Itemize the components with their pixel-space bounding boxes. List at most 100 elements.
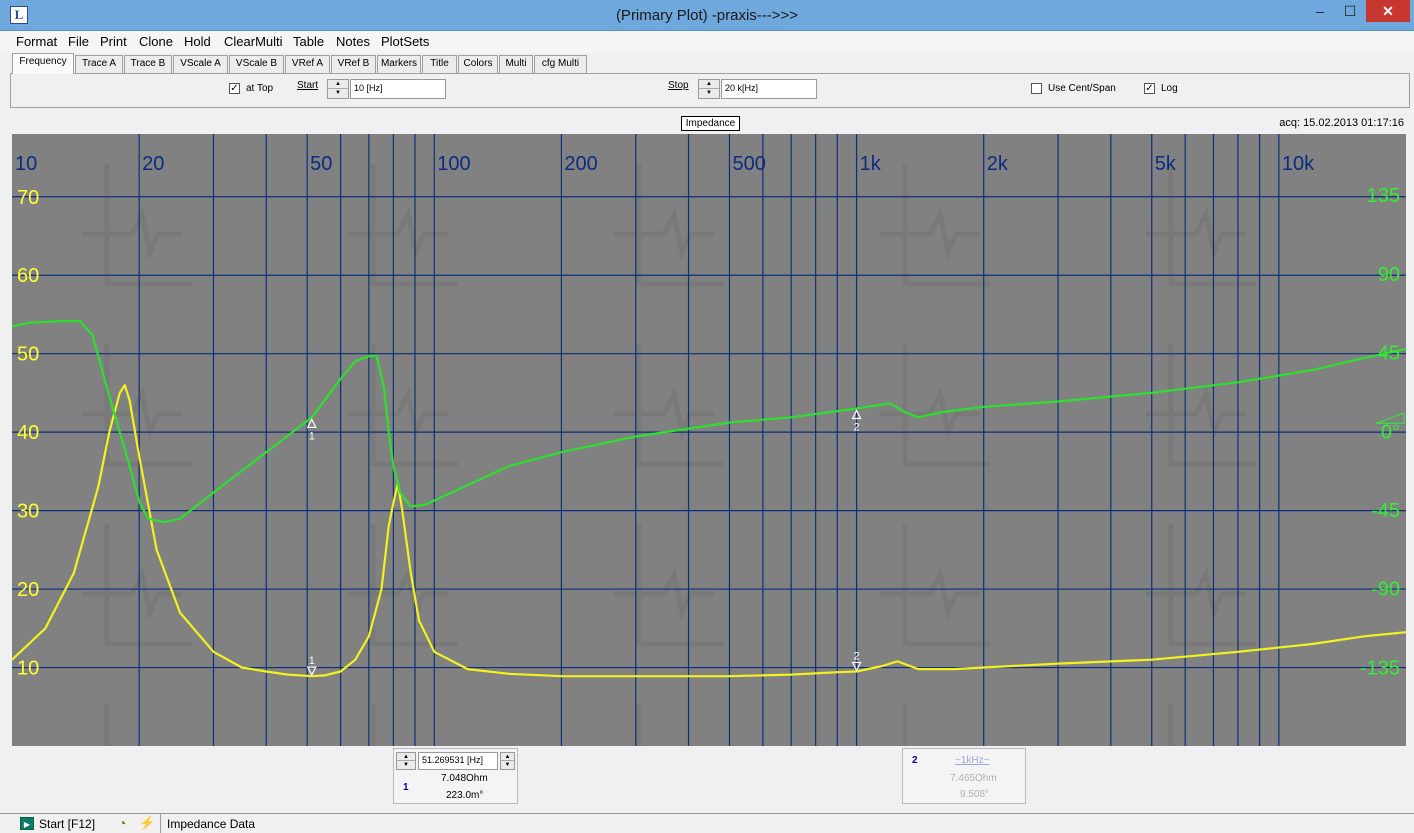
log-label: Log [1161,83,1178,94]
menu-notes[interactable]: Notes [336,34,370,49]
y-left-tick-label: 30 [17,501,39,523]
x-tick-label: 1k [860,153,882,175]
x-tick-label: 2k [987,153,1009,175]
maximize-button[interactable]: ☐ [1336,0,1364,22]
menu-format[interactable]: Format [16,34,57,49]
marker-2-index: 2 [912,755,918,766]
marker-2-magnitude: 7.465Ohm [950,773,997,784]
tab-trace-b[interactable]: Trace B [124,55,172,74]
readout-spin-right[interactable]: ▲ ▼ [500,752,515,770]
readout-left-down-icon[interactable]: ▼ [397,761,415,769]
status-divider [160,814,161,833]
start-icon[interactable]: ▶ [20,817,34,830]
marker-2-readout: 2 ~1kHz~ 7.465Ohm 9.508° [902,748,1026,804]
y-right-tick-label: 0° [1381,421,1400,443]
tab-strip: Frequency Trace A Trace B VScale A VScal… [0,53,1414,74]
start-spinner[interactable]: ▲ ▼ [327,79,349,99]
marker-1-freq-input[interactable]: 51.269531 [Hz] [418,752,498,770]
y-left-tick-label: 20 [17,579,39,601]
y-left-tick-label: 70 [17,187,39,209]
clock-icon[interactable]: ◔ [118,815,126,831]
window-title: (Primary Plot) -praxis--->>> [615,7,799,24]
stop-spinner[interactable]: ▲ ▼ [698,79,720,99]
marker-label: 1 [309,655,315,667]
x-tick-label: 10 [15,153,37,175]
tab-vscale-b[interactable]: VScale B [229,55,284,74]
stop-input[interactable]: 20 k[Hz] [721,79,817,99]
tab-colors[interactable]: Colors [458,55,498,74]
acq-timestamp: acq: 15.02.2013 01:17:16 [1279,117,1404,129]
status-text: Impedance Data [167,817,256,831]
tab-markers[interactable]: Markers [377,55,421,74]
title-bar: L (Primary Plot) -praxis--->>> – ☐ ✕ [0,0,1414,31]
readout-left-up-icon[interactable]: ▲ [397,753,415,761]
x-tick-label: 50 [310,153,332,175]
y-right-tick-label: 90 [1378,264,1400,286]
menu-print[interactable]: Print [100,34,127,49]
marker-label: 2 [854,422,860,434]
tab-frequency[interactable]: Frequency [12,53,74,74]
watermark-layer [12,134,1406,746]
y-right-tick-label: 45 [1378,343,1400,365]
y-left-tick-label: 10 [17,658,39,680]
marker-1-readout: ▲ ▼ 51.269531 [Hz] ▲ ▼ 7.048Ohm 1 223.0m… [393,748,518,804]
tab-vscale-a[interactable]: VScale A [173,55,228,74]
cent-span-label: Use Cent/Span [1048,83,1116,94]
menu-bar: Format File Print Clone Hold ClearMulti … [0,31,1414,53]
status-bar: ▶ Start [F12] ◔ ⚡ Impedance Data [0,813,1414,833]
marker-1-magnitude: 7.048Ohm [441,773,488,784]
marker-1-phase: 223.0m° [446,790,484,801]
x-tick-label: 200 [564,153,597,175]
readout-right-up-icon[interactable]: ▲ [501,753,514,761]
menu-clearmulti[interactable]: ClearMulti [224,34,283,49]
impedance-plot[interactable]: 1 1 2 2 10 20 50 100 200 500 1k 2k 5k 10k 10 20 30 40 50 6… [12,134,1406,746]
y-left-tick-label: 40 [17,422,39,444]
plot-info-row: Impedance acq: 15.02.2013 01:17:16 [0,112,1414,134]
readout-right-down-icon[interactable]: ▼ [501,761,514,769]
tab-trace-a[interactable]: Trace A [75,55,123,74]
stop-spin-down-icon[interactable]: ▼ [699,89,719,98]
x-tick-label: 100 [437,153,470,175]
x-tick-label: 5k [1155,153,1177,175]
x-tick-label: 10k [1282,153,1315,175]
minimize-button[interactable]: – [1306,0,1334,22]
tab-vref-a[interactable]: VRef A [285,55,330,74]
cent-span-checkbox[interactable] [1031,83,1042,94]
start-input[interactable]: 10 [Hz] [350,79,446,99]
menu-hold[interactable]: Hold [184,34,211,49]
stop-spin-up-icon[interactable]: ▲ [699,80,719,89]
marker-label: 2 [854,650,860,662]
menu-table[interactable]: Table [293,34,324,49]
start-spin-up-icon[interactable]: ▲ [328,80,348,89]
at-top-checkbox[interactable]: ✓ [229,83,240,94]
close-button[interactable]: ✕ [1366,0,1410,22]
readout-spin-left[interactable]: ▲ ▼ [396,752,416,770]
plot-title[interactable]: Impedance [681,116,740,131]
start-spin-down-icon[interactable]: ▼ [328,89,348,98]
x-tick-label: 500 [732,153,765,175]
impedance-chart[interactable]: 1 1 2 2 10 20 50 100 200 500 1k 2k 5k 10k 10 20 30 40 50 6… [12,134,1406,746]
y-right-tick-label: 135 [1367,185,1400,207]
menu-plotsets[interactable]: PlotSets [381,34,429,49]
tab-vref-b[interactable]: VRef B [331,55,376,74]
y-left-tick-label: 60 [17,265,39,287]
x-tick-label: 20 [142,153,164,175]
start-button[interactable]: Start [F12] [39,817,95,831]
menu-clone[interactable]: Clone [139,34,173,49]
y-right-tick-label: -45 [1371,500,1400,522]
tab-cfg-multi[interactable]: cfg Multi [534,55,587,74]
y-left-tick-label: 50 [17,344,39,366]
marker-label: 1 [309,430,315,442]
stop-label: Stop [668,80,689,91]
at-top-label: at Top [246,83,274,94]
frequency-panel: ✓ at Top Start ▲ ▼ 10 [Hz] Stop ▲ ▼ 20 k… [10,73,1410,108]
y-right-tick-label: -90 [1371,579,1400,601]
tab-title[interactable]: Title [422,55,457,74]
marker-2-freq[interactable]: ~1kHz~ [955,755,989,766]
y-right-tick-label: -135 [1360,657,1400,679]
menu-file[interactable]: File [68,34,89,49]
probe-icon[interactable]: ⚡ [139,815,155,831]
tab-multi[interactable]: Multi [499,55,533,74]
marker-1-index: 1 [403,782,409,793]
log-checkbox[interactable]: ✓ [1144,83,1155,94]
